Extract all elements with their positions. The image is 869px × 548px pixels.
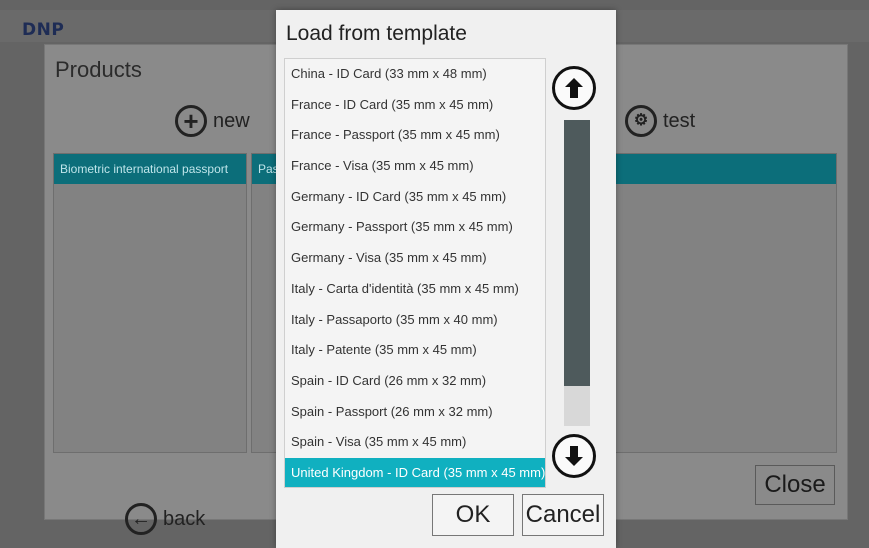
load-template-dialog: Load from template China - ID Card (33 m… (276, 10, 616, 548)
new-button[interactable]: + new (175, 105, 250, 137)
scroll-down-button[interactable] (552, 434, 596, 478)
template-list-item[interactable]: France - ID Card (35 mm x 45 mm) (285, 90, 545, 121)
template-list-item[interactable]: Italy - Carta d'identità (35 mm x 45 mm) (285, 274, 545, 305)
ok-button[interactable]: OK (432, 494, 514, 536)
products-title: Products (55, 57, 142, 82)
template-list-item[interactable]: China - ID Card (33 mm x 48 mm) (285, 59, 545, 90)
template-list-item[interactable]: Spain - Visa (35 mm x 45 mm) (285, 427, 545, 458)
template-list-item[interactable]: United Kingdom - ID Card (35 mm x 45 mm) (285, 457, 545, 487)
back-button[interactable]: ← back (125, 503, 205, 535)
dialog-title: Load from template (286, 22, 467, 45)
cancel-button[interactable]: Cancel (522, 494, 604, 536)
scroll-up-button[interactable] (552, 66, 596, 110)
template-list[interactable]: China - ID Card (33 mm x 48 mm) France - … (284, 58, 546, 488)
arrow-left-icon: ← (125, 503, 157, 535)
template-list-item[interactable]: Spain - ID Card (26 mm x 32 mm) (285, 366, 545, 397)
test-button[interactable]: ⚙ test (625, 105, 695, 137)
gear-icon: ⚙ (625, 105, 657, 137)
test-label: test (663, 109, 696, 132)
close-button[interactable]: Close (755, 465, 835, 505)
template-list-item[interactable]: Italy - Passaporto (35 mm x 40 mm) (285, 305, 545, 336)
template-list-item[interactable]: Germany - ID Card (35 mm x 45 mm) (285, 182, 545, 213)
template-list-item[interactable]: Italy - Patente (35 mm x 45 mm) (285, 335, 545, 366)
template-list-item[interactable]: Germany - Passport (35 mm x 45 mm) (285, 212, 545, 243)
plus-icon: + (175, 105, 207, 137)
template-list-item[interactable]: Spain - Passport (26 mm x 32 mm) (285, 397, 545, 428)
back-label: back (163, 507, 206, 530)
scrollbar-track[interactable] (564, 120, 590, 426)
template-list-item[interactable]: France - Visa (35 mm x 45 mm) (285, 151, 545, 182)
arrow-up-icon (565, 78, 583, 98)
template-list-item[interactable]: Germany - Visa (35 mm x 45 mm) (285, 243, 545, 274)
scrollbar-thumb[interactable] (564, 120, 590, 386)
arrow-down-icon (565, 446, 583, 466)
products-column: Biometric international passport (53, 153, 247, 453)
column-header-biometric[interactable]: Biometric international passport (54, 154, 246, 184)
template-list-item[interactable]: France - Passport (35 mm x 45 mm) (285, 120, 545, 151)
new-label: new (213, 109, 250, 132)
brand-logo: DNP (22, 20, 65, 40)
